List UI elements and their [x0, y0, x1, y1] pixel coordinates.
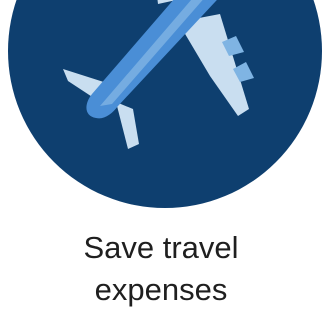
airplane-illustration — [8, 0, 322, 208]
caption-line-1: Save travel — [83, 230, 239, 265]
caption-line-2: expenses — [94, 272, 228, 307]
feature-caption: Save travel expenses — [0, 227, 322, 311]
feature-card: Save travel expenses — [0, 0, 322, 329]
airplane-icon — [8, 0, 322, 208]
